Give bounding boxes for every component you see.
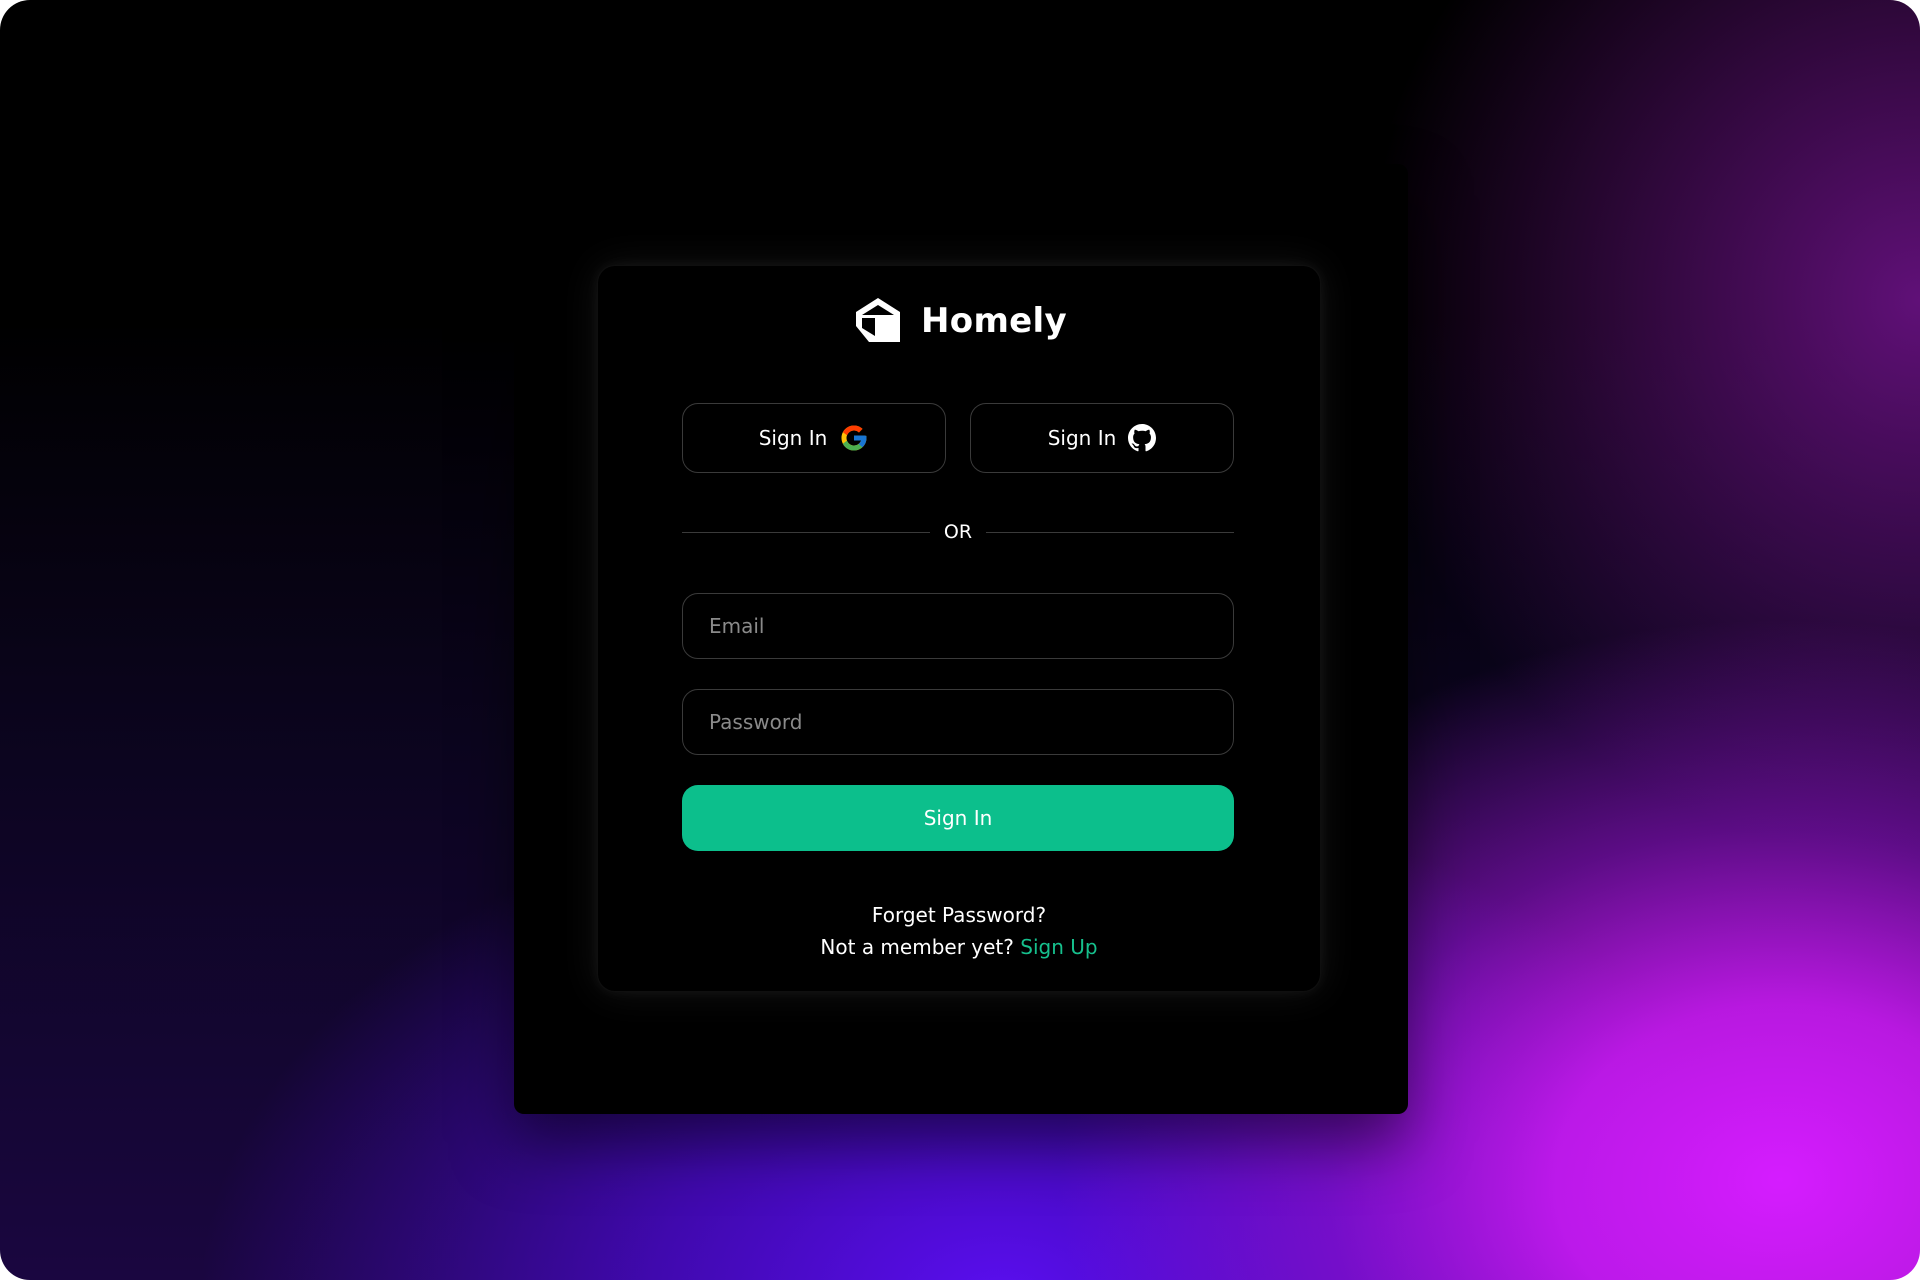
or-divider: OR (682, 521, 1235, 543)
github-sign-in-label: Sign In (1047, 426, 1117, 450)
google-sign-in-label: Sign In (758, 426, 828, 450)
divider-label: OR (943, 521, 973, 543)
sign-up-link[interactable]: Sign Up (1020, 935, 1097, 959)
page-background: Homely Sign In Sign In OR Email Sign In … (0, 0, 1920, 1280)
brand-name: Homely (921, 301, 1067, 341)
github-icon (1128, 424, 1157, 452)
house-cube-icon (856, 298, 901, 342)
signup-prompt: Not a member yet? Sign Up (598, 935, 1320, 959)
login-card: Homely Sign In Sign In OR Email Sign In … (597, 265, 1321, 992)
email-field[interactable] (682, 593, 1234, 659)
forgot-password-link[interactable]: Forget Password? (598, 903, 1320, 927)
divider-line-right (986, 531, 1235, 533)
google-sign-in-button[interactable]: Sign In (682, 403, 946, 473)
divider-line-left (682, 531, 930, 533)
password-field[interactable] (682, 689, 1234, 755)
google-icon (841, 425, 867, 451)
not-member-text: Not a member yet? (820, 935, 1014, 959)
oauth-buttons: Sign In Sign In (682, 403, 1234, 473)
brand-header: Homely (598, 294, 1320, 348)
github-sign-in-button[interactable]: Sign In (970, 403, 1234, 473)
sign-in-button[interactable]: Sign In (682, 785, 1234, 851)
